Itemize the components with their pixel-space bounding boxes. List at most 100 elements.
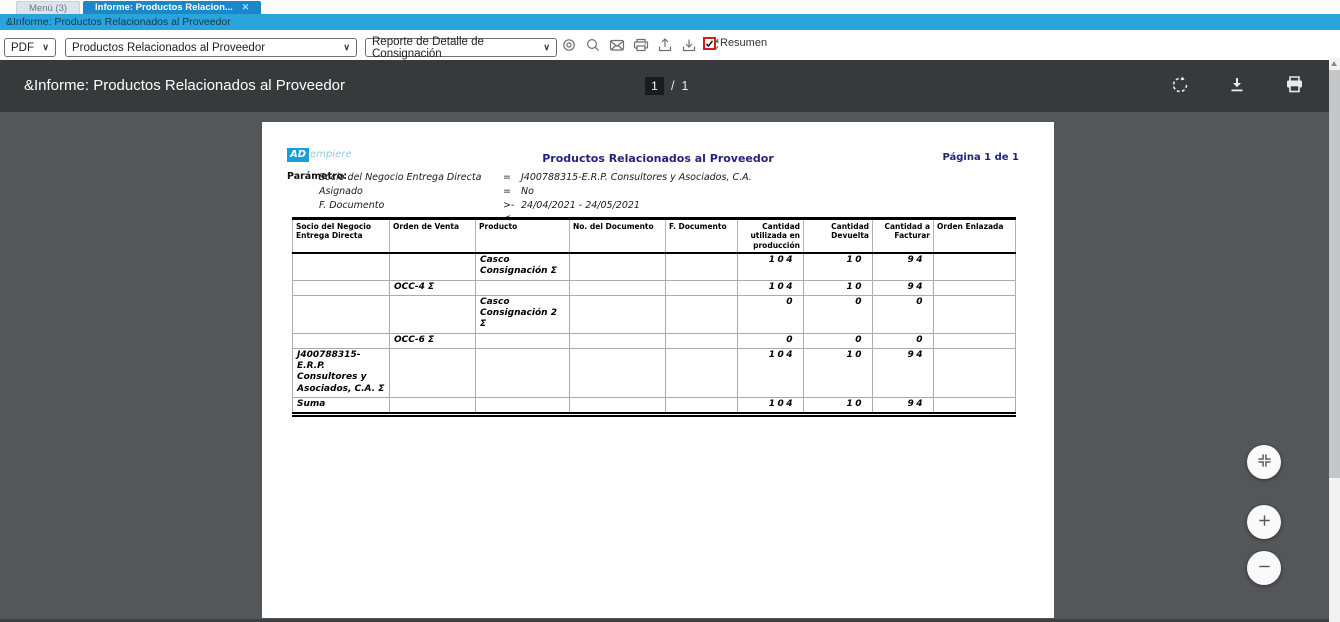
table-cell	[666, 348, 738, 397]
page-navigation: 1 / 1	[645, 60, 688, 112]
table-cell	[934, 333, 1016, 348]
page-number-input[interactable]: 1	[645, 77, 664, 95]
table-header: Cantidad utilizada en producción	[738, 219, 804, 254]
table-cell	[570, 295, 666, 333]
pdf-viewer-header: &Informe: Productos Relacionados al Prov…	[0, 60, 1340, 112]
table-cell: 0	[873, 333, 934, 348]
table-cell	[666, 333, 738, 348]
pdf-viewer-area: ADempiere Productos Relacionados al Prov…	[0, 112, 1340, 622]
table-cell	[293, 333, 390, 348]
table-cell	[390, 397, 476, 414]
parameter-row: Socio del Negocio Entrega Directa=J40078…	[319, 171, 752, 185]
table-cell	[570, 333, 666, 348]
parameter-row: F. Documento>-<24/04/2021 - 24/05/2021	[319, 199, 752, 213]
viewer-actions	[1170, 60, 1304, 112]
table-cell: 104	[738, 397, 804, 414]
table-cell: 94	[873, 280, 934, 295]
page-separator: /	[671, 79, 674, 93]
table-header: F. Documento	[666, 219, 738, 254]
table-cell: 0	[804, 333, 873, 348]
table-cell	[570, 253, 666, 280]
export-icon	[657, 37, 673, 56]
summary-label: Resumen	[720, 37, 767, 50]
report-select[interactable]: Productos Relacionados al Proveedor ∨	[65, 38, 357, 57]
archive-button[interactable]	[680, 38, 697, 55]
chevron-down-icon: ∨	[543, 42, 550, 53]
email-button[interactable]	[608, 38, 625, 55]
table-cell: 10	[804, 397, 873, 414]
table-cell	[934, 253, 1016, 280]
scrollbar-thumb[interactable]	[1329, 70, 1340, 478]
zoom-in-button[interactable]	[1247, 505, 1281, 539]
table-cell: J400788315-E.R.P. Consultores y Asociado…	[293, 348, 390, 397]
print-button-viewer[interactable]	[1284, 76, 1304, 96]
summary-option: Resumen	[703, 37, 767, 50]
table-cell: 94	[873, 397, 934, 414]
table-header: Cantidad a Facturar	[873, 219, 934, 254]
fit-page-button[interactable]	[1247, 445, 1281, 479]
viewer-title: &Informe: Productos Relacionados al Prov…	[24, 60, 345, 112]
rotate-button[interactable]	[1170, 76, 1190, 96]
table-cell	[293, 295, 390, 333]
format-select[interactable]: PDF ∨	[4, 38, 56, 57]
print-format-select-value: Reporte de Detalle de Consignación	[372, 36, 537, 60]
page-total: 1	[681, 79, 688, 93]
toolbar-icon-group	[560, 38, 721, 55]
zoom-out-button[interactable]	[1247, 551, 1281, 585]
breadcrumb: &Informe: Productos Relacionados al Prov…	[0, 14, 1340, 30]
report-toolbar: PDF ∨ Productos Relacionados al Proveedo…	[0, 30, 1340, 60]
summary-checkbox[interactable]	[703, 37, 716, 50]
vertical-scrollbar[interactable]	[1329, 58, 1340, 622]
table-row: J400788315-E.R.P. Consultores y Asociado…	[293, 348, 1016, 397]
table-cell: 0	[873, 295, 934, 333]
table-cell	[934, 280, 1016, 295]
table-header: No. del Documento	[570, 219, 666, 254]
table-cell	[476, 348, 570, 397]
download-button[interactable]	[1227, 76, 1247, 96]
table-header: Orden Enlazada	[934, 219, 1016, 254]
tab-bar: Menú (3) Informe: Productos Relacion... …	[0, 0, 1340, 14]
pdf-page: ADempiere Productos Relacionados al Prov…	[262, 122, 1054, 618]
export-button[interactable]	[656, 38, 673, 55]
format-select-value: PDF	[11, 42, 34, 54]
table-cell	[934, 348, 1016, 397]
table-row: OCC-6 Σ000	[293, 333, 1016, 348]
table-cell: 0	[738, 295, 804, 333]
table-cell: 94	[873, 253, 934, 280]
tab-menu-label: Menú (3)	[29, 3, 67, 14]
table-cell	[666, 280, 738, 295]
table-cell	[934, 295, 1016, 333]
table-cell	[390, 295, 476, 333]
rotate-icon	[1170, 75, 1190, 98]
table-cell	[476, 333, 570, 348]
table-cell: Casco Consignación 2 Σ	[476, 295, 570, 333]
table-row: Casco Consignación Σ1041094	[293, 253, 1016, 280]
table-header: Orden de Venta	[390, 219, 476, 254]
settings-icon	[561, 37, 577, 56]
search-button[interactable]	[584, 38, 601, 55]
table-cell	[390, 253, 476, 280]
settings-button[interactable]	[560, 38, 577, 55]
table-row: Casco Consignación 2 Σ000	[293, 295, 1016, 333]
table-cell	[666, 253, 738, 280]
close-icon[interactable]: ✕	[242, 1, 250, 14]
table-header: Cantidad Devuelta	[804, 219, 873, 254]
minus-icon	[1257, 559, 1272, 577]
report-title: Productos Relacionados al Proveedor	[262, 152, 1054, 165]
email-icon	[609, 37, 625, 56]
archive-icon	[681, 37, 697, 56]
report-select-value: Productos Relacionados al Proveedor	[72, 42, 265, 54]
table-cell: 10	[804, 253, 873, 280]
parameter-row: Asignado=No	[319, 185, 752, 199]
tab-menu[interactable]: Menú (3)	[16, 1, 80, 14]
report-table-wrap: Socio del Negocio Entrega DirectaOrden d…	[292, 217, 1016, 417]
table-cell	[934, 397, 1016, 414]
print-format-select[interactable]: Reporte de Detalle de Consignación ∨	[365, 38, 557, 57]
tab-informe[interactable]: Informe: Productos Relacion... ✕	[83, 1, 261, 14]
print-icon	[1285, 75, 1304, 97]
tab-informe-label: Informe: Productos Relacion...	[95, 1, 233, 14]
print-icon	[633, 37, 649, 56]
table-cell	[666, 295, 738, 333]
scrollbar-up-arrow-icon[interactable]	[1331, 61, 1337, 66]
print-button[interactable]	[632, 38, 649, 55]
